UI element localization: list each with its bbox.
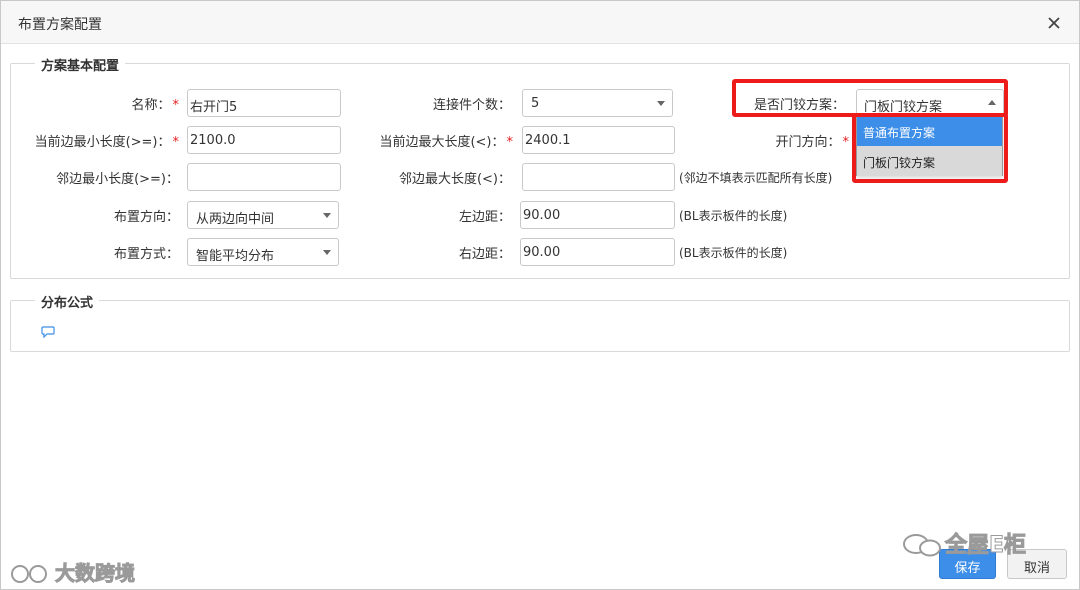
required-mark: * [172,135,180,150]
adj-len-hint: (邻边不填表示匹配所有长度) [679,171,833,185]
connector-count-value: 5 [531,96,540,111]
required-mark: * [506,135,514,150]
connector-count-select[interactable]: 5 [522,89,673,117]
name-input[interactable]: 右开门5 [187,89,341,117]
watermark-left: 大数跨境 [9,557,136,586]
name-label: 名称： * [131,98,180,113]
cur-max-len-input[interactable]: 2400.1 [522,126,675,154]
dialog-title-bar: 布置方案配置 [1,1,1079,44]
weibo-icon [11,565,47,583]
hinge-scheme-dropdown: 普通布置方案 门板门铰方案 [856,115,1003,176]
hinge-scheme-value: 门板门铰方案 [864,100,943,115]
open-dir-label: 开门方向： * [775,135,850,150]
required-mark: * [842,135,850,150]
chevron-down-icon [323,213,331,218]
formula-group [10,300,1070,352]
right-margin-hint: (BL表示板件的长度) [679,246,788,260]
close-button[interactable] [1043,12,1065,34]
cur-min-len-input[interactable]: 2100.0 [187,126,341,154]
adj-max-len-input[interactable] [522,163,675,191]
right-margin-label: 右边距： [458,247,511,262]
layout-mode-select[interactable]: 智能平均分布 [187,238,339,266]
adj-min-len-label: 邻边最小长度(>=)： [56,172,179,187]
hinge-option-door[interactable]: 门板门铰方案 [857,146,1002,176]
left-margin-input[interactable]: 90.00 [520,201,675,229]
watermark-right: 全屋E柜 [899,527,1027,559]
layout-dir-value: 从两边向中间 [196,212,275,227]
basic-config-legend: 方案基本配置 [35,55,126,74]
hinge-scheme-select[interactable]: 门板门铰方案 [856,89,1004,117]
hinge-option-normal[interactable]: 普通布置方案 [857,116,1002,146]
wechat-icon [903,534,941,557]
layout-mode-label: 布置方式： [113,247,179,262]
cur-max-len-label: 当前边最大长度(<)： * [379,135,514,150]
chevron-up-icon [988,100,996,105]
connector-count-label: 连接件个数： [432,98,511,113]
adj-min-len-input[interactable] [187,163,341,191]
left-margin-hint: (BL表示板件的长度) [679,209,788,223]
comment-icon-svg [41,326,55,339]
config-dialog: 布置方案配置 方案基本配置 名称： * 右开门5 连接件个数： 5 是否门铰方案：… [0,0,1080,590]
layout-dir-select[interactable]: 从两边向中间 [187,201,339,229]
required-mark: * [172,98,180,113]
cur-min-len-label: 当前边最小长度(>=)： * [34,135,180,150]
dialog-title: 布置方案配置 [18,17,102,33]
layout-dir-label: 布置方向： [113,210,179,225]
chevron-down-icon [323,250,331,255]
comment-icon[interactable] [41,326,55,339]
right-margin-input[interactable]: 90.00 [520,238,675,266]
formula-legend: 分布公式 [35,292,100,311]
adj-max-len-label: 邻边最大长度(<)： [398,172,511,187]
layout-mode-value: 智能平均分布 [196,249,275,264]
hinge-scheme-label: 是否门铰方案： [753,98,845,113]
chevron-down-icon [657,101,665,106]
close-icon [1048,17,1060,29]
left-margin-label: 左边距： [458,210,511,225]
